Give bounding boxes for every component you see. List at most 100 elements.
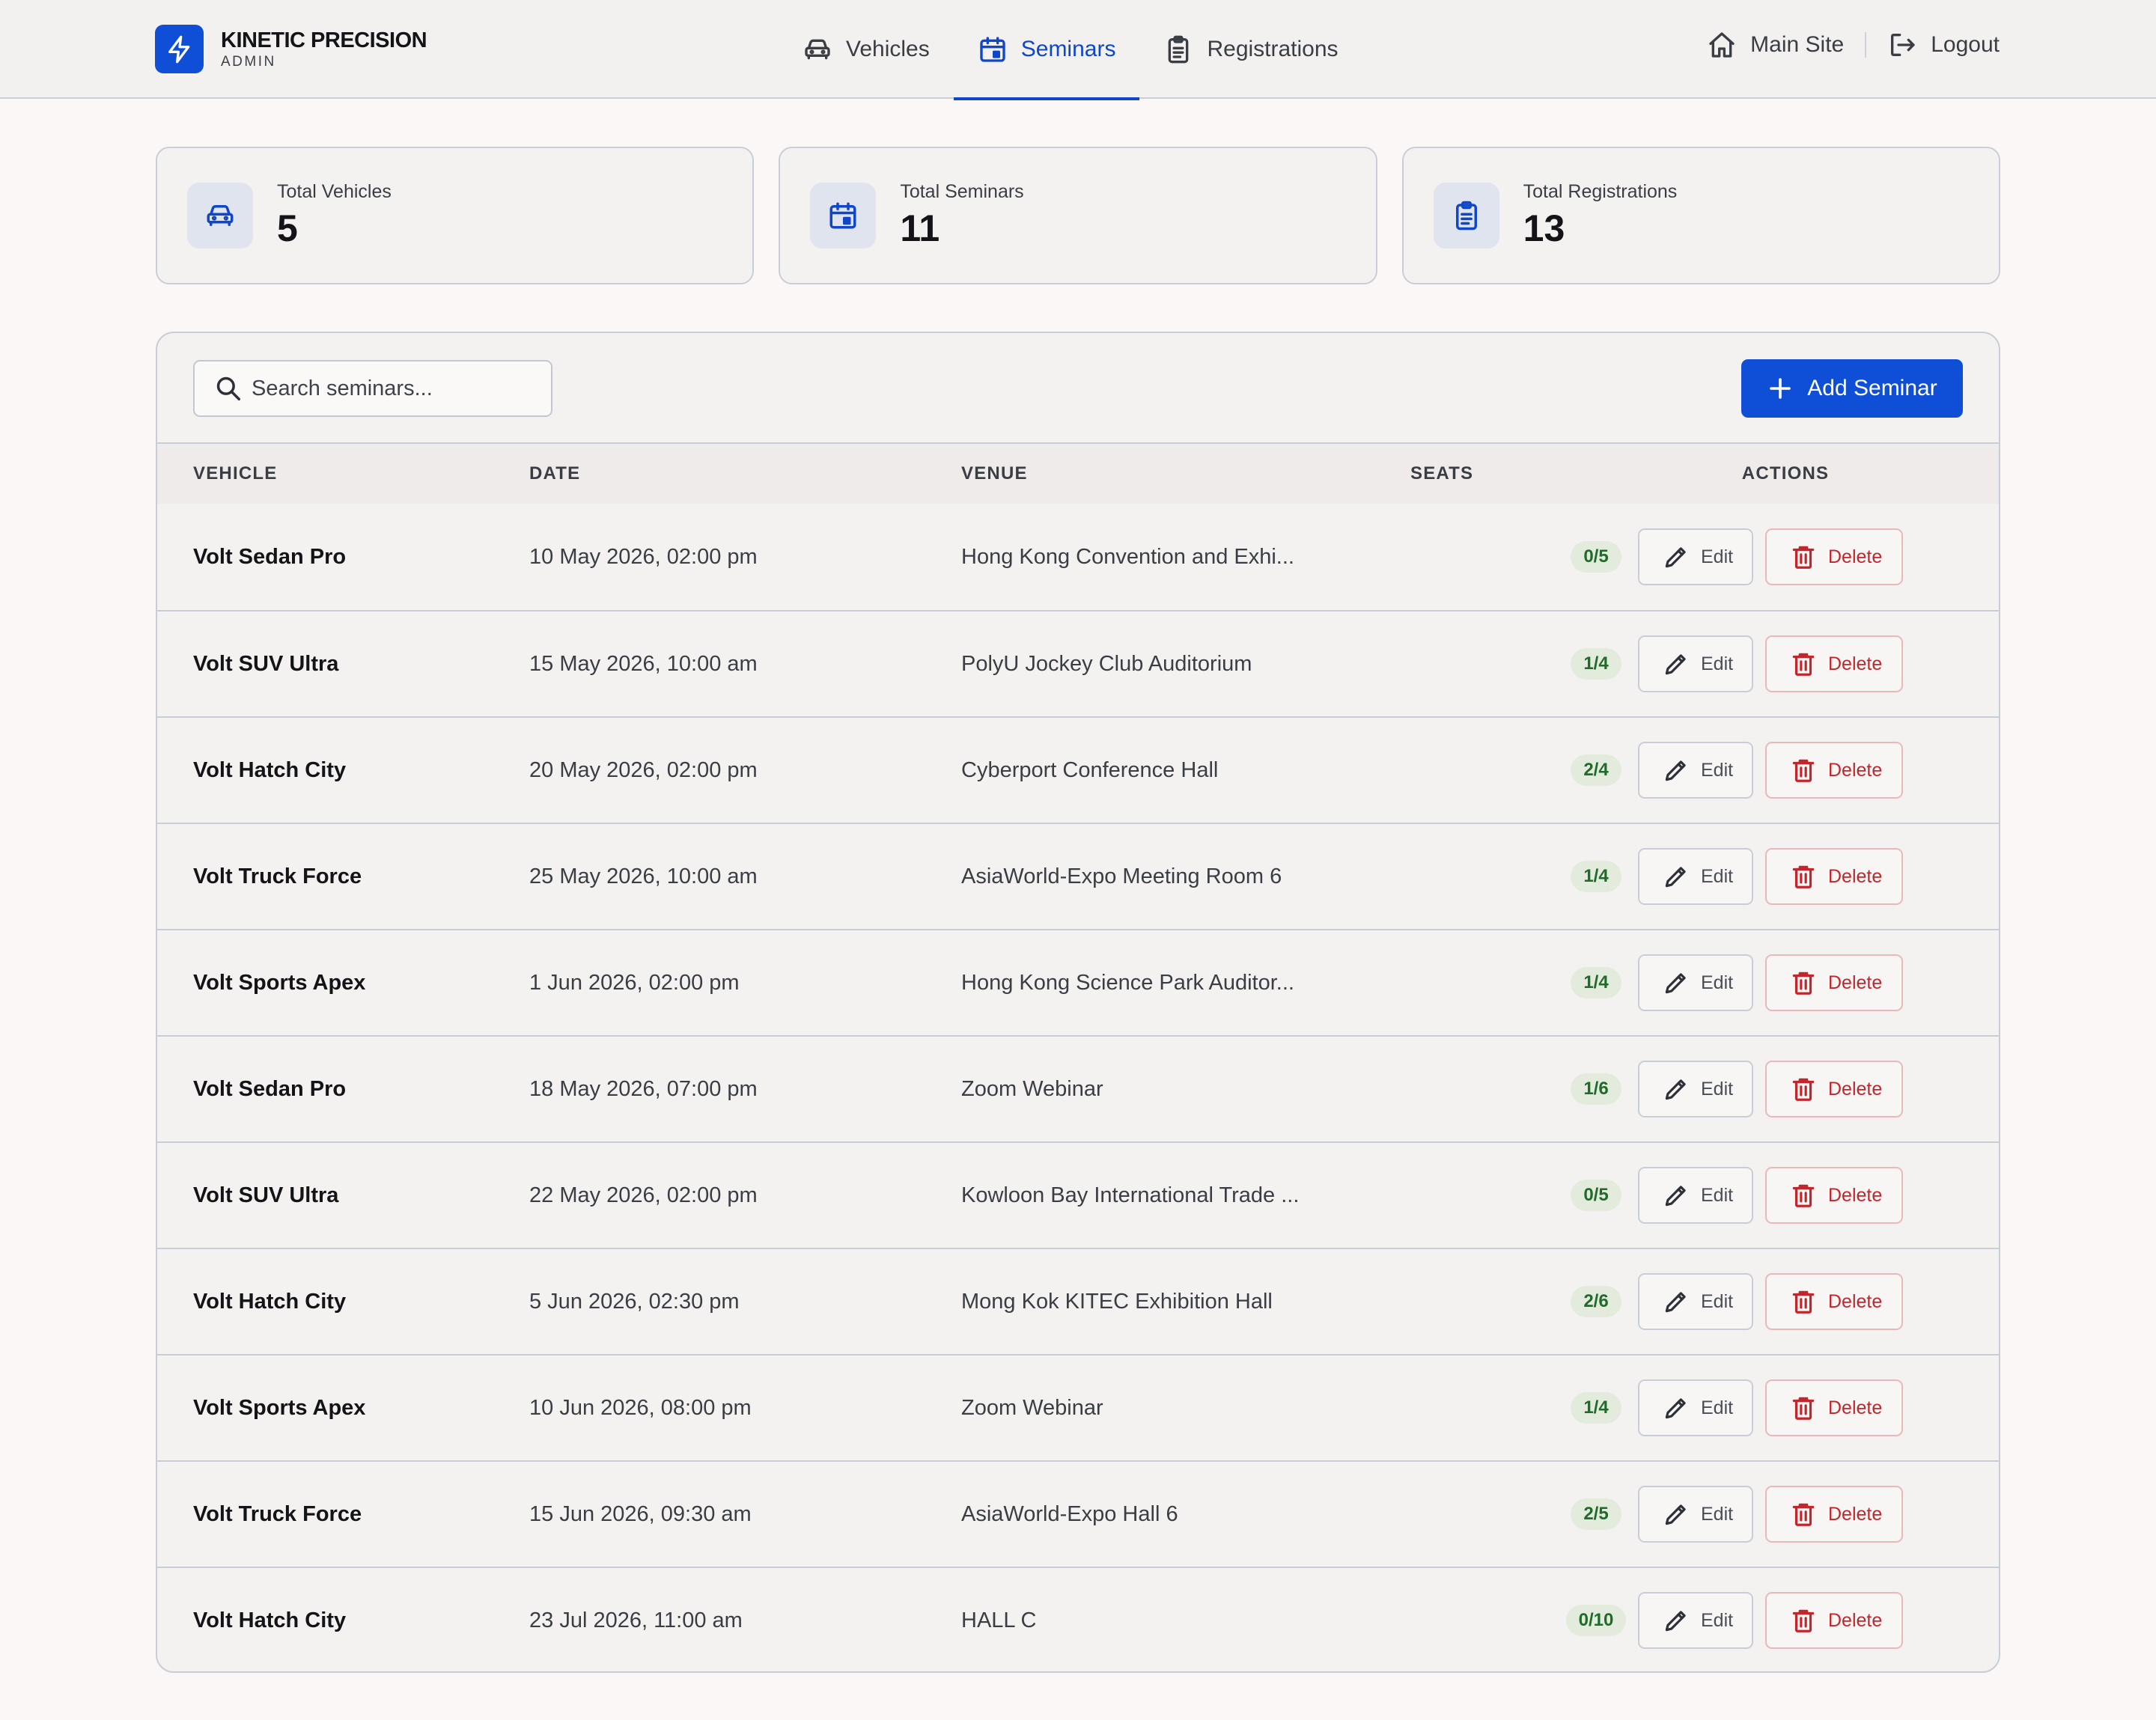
cell-venue: Hong Kong Convention and Exhi... — [961, 544, 1294, 569]
stats-row: Total Vehicles 5 Total Seminars 11 Total… — [156, 147, 2000, 284]
delete-label: Delete — [1828, 1290, 1883, 1312]
table-row[interactable]: Volt Hatch City 23 Jul 2026, 11:00 am HA… — [157, 1567, 1999, 1671]
cell-vehicle: Volt Sports Apex — [193, 970, 366, 995]
pencil-icon — [1662, 1075, 1690, 1103]
stat-card-registrations: Total Registrations 13 — [1401, 147, 2000, 284]
delete-button[interactable]: Delete — [1765, 1379, 1903, 1436]
main-site-link[interactable]: Main Site — [1707, 30, 1844, 60]
edit-button[interactable]: Edit — [1638, 1379, 1753, 1436]
edit-label: Edit — [1701, 1609, 1734, 1631]
delete-button[interactable]: Delete — [1765, 742, 1903, 799]
trash-icon — [1789, 650, 1818, 678]
column-header-actions: ACTIONS — [1741, 463, 1830, 484]
cell-vehicle: Volt Sedan Pro — [193, 1076, 347, 1101]
table-row[interactable]: Volt Sedan Pro 18 May 2026, 07:00 pm Zoo… — [157, 1035, 1999, 1141]
trash-icon — [1789, 1500, 1818, 1528]
seats-badge: 2/4 — [1571, 754, 1621, 786]
edit-button[interactable]: Edit — [1638, 528, 1753, 585]
main-site-label: Main Site — [1750, 32, 1845, 57]
delete-button[interactable]: Delete — [1765, 1167, 1903, 1224]
edit-button[interactable]: Edit — [1638, 1061, 1753, 1117]
add-seminar-button[interactable]: Add Seminar — [1741, 359, 1963, 418]
stat-card-seminars: Total Seminars 11 — [779, 147, 1377, 284]
edit-button[interactable]: Edit — [1638, 1167, 1753, 1224]
stat-value: 5 — [277, 207, 298, 249]
logout-link[interactable]: Logout — [1887, 30, 2000, 60]
pencil-icon — [1662, 862, 1690, 891]
divider — [1865, 32, 1867, 58]
delete-button[interactable]: Delete — [1765, 1486, 1903, 1543]
edit-button[interactable]: Edit — [1638, 742, 1753, 799]
trash-icon — [1789, 1075, 1818, 1103]
pencil-icon — [1662, 969, 1690, 997]
table-row[interactable]: Volt Sedan Pro 10 May 2026, 02:00 pm Hon… — [157, 504, 1999, 610]
cell-venue: Hong Kong Science Park Auditor... — [961, 970, 1294, 995]
delete-label: Delete — [1828, 759, 1883, 781]
table-row[interactable]: Volt Sports Apex 1 Jun 2026, 02:00 pm Ho… — [157, 929, 1999, 1035]
table-row[interactable]: Volt SUV Ultra 22 May 2026, 02:00 pm Kow… — [157, 1141, 1999, 1248]
table-row[interactable]: Volt Sports Apex 10 Jun 2026, 08:00 pm Z… — [157, 1354, 1999, 1460]
stat-label: Total Registrations — [1523, 181, 1678, 202]
edit-button[interactable]: Edit — [1638, 1273, 1753, 1330]
table-row[interactable]: Volt Hatch City 20 May 2026, 02:00 pm Cy… — [157, 716, 1999, 823]
edit-button[interactable]: Edit — [1638, 1592, 1753, 1649]
edit-label: Edit — [1701, 1078, 1734, 1100]
pencil-icon — [1662, 1394, 1690, 1422]
cell-date: 22 May 2026, 02:00 pm — [529, 1183, 758, 1207]
column-header-venue[interactable]: VENUE — [961, 463, 1028, 484]
calendar-icon — [978, 34, 1008, 64]
nav-tab-label: Seminars — [1020, 37, 1116, 61]
seminars-panel: Add Seminar VEHICLE DATE VENUE SEATS ACT… — [156, 332, 2000, 1673]
search-box[interactable] — [193, 360, 552, 417]
table-row[interactable]: Volt SUV Ultra 15 May 2026, 10:00 am Pol… — [157, 610, 1999, 716]
top-right-links: Main Site Logout — [1707, 30, 2000, 60]
trash-icon — [1789, 756, 1818, 784]
delete-button[interactable]: Delete — [1765, 635, 1903, 692]
edit-button[interactable]: Edit — [1638, 635, 1753, 692]
clipboard-icon — [1163, 34, 1193, 64]
delete-button[interactable]: Delete — [1765, 528, 1903, 585]
cell-venue: HALL C — [961, 1608, 1037, 1632]
stat-card-vehicles: Total Vehicles 5 — [156, 147, 755, 284]
stat-label: Total Vehicles — [277, 181, 392, 202]
cell-venue: AsiaWorld-Expo Meeting Room 6 — [961, 864, 1282, 888]
column-header-seats[interactable]: SEATS — [1410, 463, 1473, 484]
trash-icon — [1789, 862, 1818, 891]
delete-label: Delete — [1828, 1397, 1883, 1418]
search-input[interactable] — [252, 376, 551, 401]
pencil-icon — [1662, 1500, 1690, 1528]
nav-tab-seminars[interactable]: Seminars — [953, 0, 1140, 100]
cell-vehicle: Volt Sedan Pro — [193, 544, 347, 569]
column-header-vehicle[interactable]: VEHICLE — [193, 463, 277, 484]
nav-tab-registrations[interactable]: Registrations — [1139, 0, 1362, 99]
edit-label: Edit — [1701, 759, 1734, 781]
delete-label: Delete — [1828, 972, 1883, 993]
delete-button[interactable]: Delete — [1765, 1273, 1903, 1330]
delete-label: Delete — [1828, 865, 1883, 887]
delete-button[interactable]: Delete — [1765, 1061, 1903, 1117]
nav-tab-vehicles[interactable]: Vehicles — [779, 0, 954, 99]
brand-subtitle: ADMIN — [221, 53, 276, 70]
seats-badge: 1/4 — [1571, 861, 1621, 892]
delete-label: Delete — [1828, 653, 1883, 674]
delete-label: Delete — [1828, 1078, 1883, 1100]
add-seminar-label: Add Seminar — [1807, 376, 1937, 400]
edit-button[interactable]: Edit — [1638, 954, 1753, 1011]
delete-button[interactable]: Delete — [1765, 1592, 1903, 1649]
plus-icon — [1767, 375, 1794, 402]
table-row[interactable]: Volt Truck Force 25 May 2026, 10:00 am A… — [157, 823, 1999, 929]
brand[interactable]: KINETIC PRECISION ADMIN — [155, 25, 427, 73]
table-row[interactable]: Volt Truck Force 15 Jun 2026, 09:30 am A… — [157, 1460, 1999, 1567]
cell-vehicle: Volt Hatch City — [193, 1608, 347, 1632]
table-row[interactable]: Volt Hatch City 5 Jun 2026, 02:30 pm Mon… — [157, 1248, 1999, 1354]
delete-button[interactable]: Delete — [1765, 954, 1903, 1011]
edit-button[interactable]: Edit — [1638, 1486, 1753, 1543]
car-icon — [187, 183, 253, 248]
calendar-icon — [810, 183, 877, 248]
delete-label: Delete — [1828, 546, 1883, 567]
column-header-date[interactable]: DATE — [529, 463, 580, 484]
edit-button[interactable]: Edit — [1638, 848, 1753, 905]
edit-label: Edit — [1701, 546, 1734, 567]
delete-label: Delete — [1828, 1609, 1883, 1631]
delete-button[interactable]: Delete — [1765, 848, 1903, 905]
